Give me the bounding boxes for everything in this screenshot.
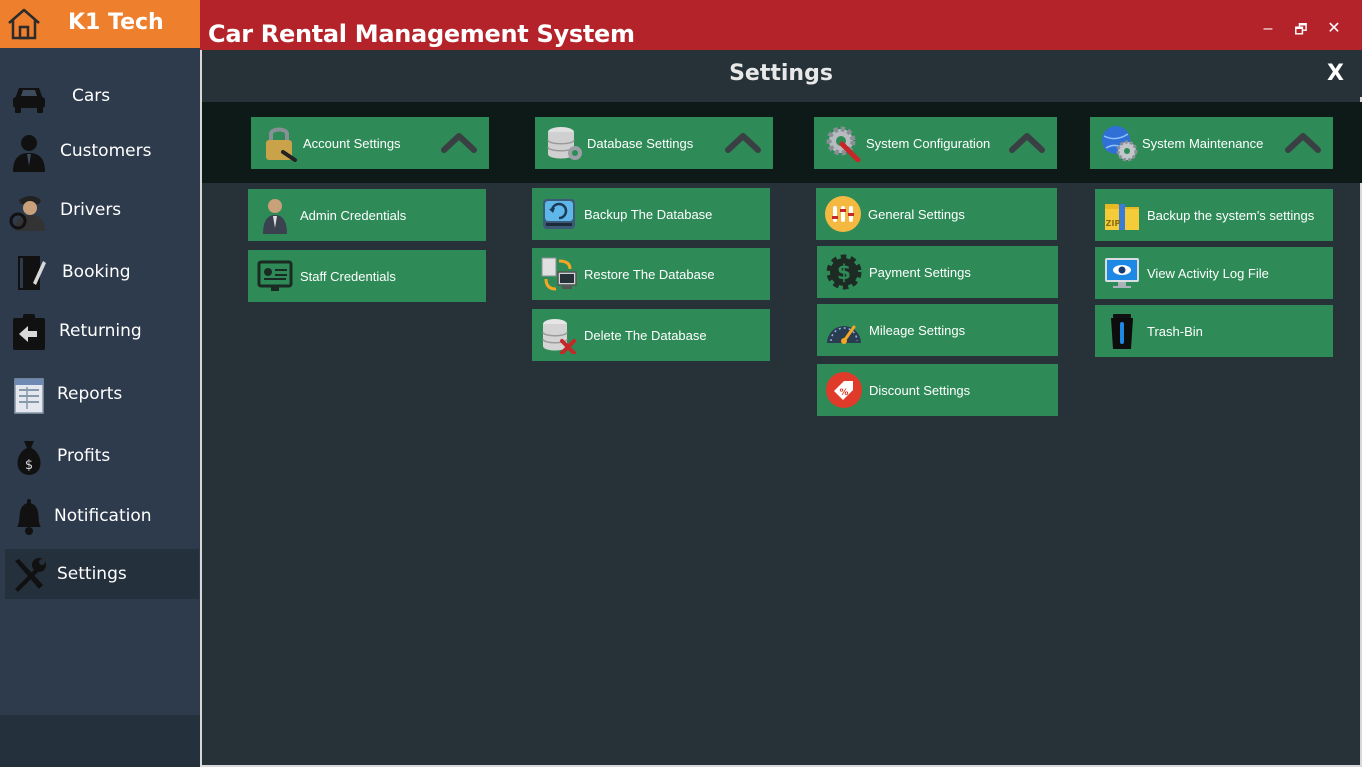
backup-database-button[interactable]: Backup The Database: [532, 188, 770, 240]
admin-user-icon: [263, 199, 287, 234]
sidebar-label-booking: Booking: [62, 262, 131, 282]
delete-database-icon: [542, 319, 576, 354]
view-activity-log-button[interactable]: View Activity Log File: [1095, 247, 1333, 299]
minimize-button[interactable]: ‒: [1253, 14, 1283, 44]
gear-wrench-icon: [826, 126, 861, 162]
window-close-button[interactable]: ✕: [1319, 14, 1349, 44]
trash-bin-button[interactable]: Trash-Bin: [1095, 305, 1333, 357]
chevron-up-icon[interactable]: [725, 131, 761, 153]
sidebar-item-cars[interactable]: Cars: [5, 71, 199, 121]
sidebar-item-profits[interactable]: $ Profits: [5, 431, 199, 481]
staff-credentials-label: Staff Credentials: [300, 269, 396, 284]
database-settings-label: Database Settings: [587, 136, 694, 151]
page-title: Settings: [729, 61, 833, 86]
mileage-settings-button[interactable]: Mileage Settings: [817, 304, 1058, 356]
reports-icon: [14, 378, 44, 414]
app-title: Car Rental Management System: [208, 20, 635, 48]
svg-text:$: $: [837, 260, 851, 284]
chevron-up-icon[interactable]: [441, 131, 477, 153]
id-card-monitor-icon: [257, 260, 293, 291]
speedometer-icon: [827, 325, 861, 344]
database-icon: [547, 127, 582, 160]
staff-credentials-button[interactable]: Staff Credentials: [248, 250, 486, 302]
home-icon[interactable]: [6, 6, 42, 42]
chevron-up-icon[interactable]: [1009, 131, 1045, 153]
restore-database-button[interactable]: Restore The Database: [532, 248, 770, 300]
sidebar-label-returning: Returning: [59, 321, 142, 341]
restore-database-label: Restore The Database: [584, 267, 715, 282]
account-settings-header[interactable]: Account Settings: [251, 117, 489, 169]
system-maintenance-header[interactable]: System Maintenance: [1090, 117, 1333, 169]
dollar-gear-icon: $: [826, 254, 862, 290]
system-configuration-label: System Configuration: [866, 136, 991, 151]
sidebar-label-reports: Reports: [57, 384, 123, 404]
database-settings-header[interactable]: Database Settings: [535, 117, 773, 169]
admin-credentials-label: Admin Credentials: [300, 208, 407, 223]
panel-close-button[interactable]: X: [1327, 61, 1344, 86]
sidebar-item-settings[interactable]: Settings: [5, 549, 199, 599]
payment-settings-button[interactable]: $ Payment Settings: [817, 246, 1058, 298]
system-configuration-header[interactable]: System Configuration: [814, 117, 1057, 169]
account-settings-label: Account Settings: [303, 136, 401, 151]
sidebar-label-profits: Profits: [57, 446, 111, 466]
driver-icon: [9, 196, 45, 231]
money-bag-icon: $: [17, 441, 41, 475]
backup-system-settings-button[interactable]: ZIP Backup the system's settings: [1095, 189, 1333, 241]
padlock-icon: [266, 127, 297, 162]
brand-bar: K1 Tech: [0, 0, 200, 48]
general-settings-label: General Settings: [868, 207, 965, 222]
payment-settings-label: Payment Settings: [869, 265, 971, 280]
trash-bin-label: Trash-Bin: [1147, 324, 1203, 339]
sidebar-label-cars: Cars: [72, 86, 111, 106]
sliders-icon: [825, 196, 861, 232]
bell-icon: [17, 499, 41, 535]
backup-drive-icon: [543, 199, 575, 229]
sidebar-item-notification[interactable]: Notification: [5, 491, 199, 541]
title-bar: Car Rental Management System ‒ 🗗 ✕: [200, 0, 1362, 50]
sidebar-label-settings: Settings: [57, 564, 127, 584]
system-maintenance-label: System Maintenance: [1142, 136, 1264, 151]
view-activity-log-label: View Activity Log File: [1147, 266, 1269, 281]
discount-settings-button[interactable]: % Discount Settings: [817, 364, 1058, 416]
brand-name: K1 Tech: [68, 10, 164, 35]
sidebar-item-booking[interactable]: Booking: [5, 247, 199, 297]
return-icon: [13, 314, 45, 350]
booking-icon: [18, 256, 46, 290]
sidebar-label-customers: Customers: [60, 141, 152, 161]
tools-icon: [15, 558, 46, 592]
page-header: Settings X: [202, 50, 1362, 97]
sidebar-item-customers[interactable]: Customers: [5, 126, 199, 176]
backup-database-label: Backup The Database: [584, 207, 713, 222]
monitor-eye-icon: [1105, 258, 1139, 288]
mileage-settings-label: Mileage Settings: [869, 323, 966, 338]
discount-tag-icon: %: [826, 372, 862, 408]
zip-folder-icon: ZIP: [1105, 204, 1139, 230]
svg-text:%: %: [839, 388, 848, 398]
customer-icon: [13, 135, 45, 172]
globe-gear-icon: [1102, 126, 1138, 162]
sidebar-footer: [0, 715, 200, 767]
sidebar-label-notification: Notification: [54, 506, 152, 526]
sidebar-item-reports[interactable]: Reports: [5, 369, 199, 419]
sidebar-label-drivers: Drivers: [60, 200, 122, 220]
general-settings-button[interactable]: General Settings: [816, 188, 1057, 240]
sidebar-item-drivers[interactable]: Drivers: [5, 185, 199, 235]
settings-panel: Settings X Account Settings Database Set…: [200, 50, 1362, 767]
car-icon: [13, 88, 45, 113]
svg-text:$: $: [25, 458, 33, 473]
admin-credentials-button[interactable]: Admin Credentials: [248, 189, 486, 241]
svg-text:ZIP: ZIP: [1106, 219, 1121, 228]
delete-database-button[interactable]: Delete The Database: [532, 309, 770, 361]
delete-database-label: Delete The Database: [584, 328, 707, 343]
discount-settings-label: Discount Settings: [869, 383, 971, 398]
sidebar-item-returning[interactable]: Returning: [5, 306, 199, 356]
backup-system-settings-label: Backup the system's settings: [1147, 208, 1315, 223]
restore-icon: [541, 257, 577, 291]
trash-bin-icon: [1111, 314, 1133, 349]
restore-button[interactable]: 🗗: [1286, 14, 1316, 44]
chevron-up-icon[interactable]: [1285, 131, 1321, 153]
